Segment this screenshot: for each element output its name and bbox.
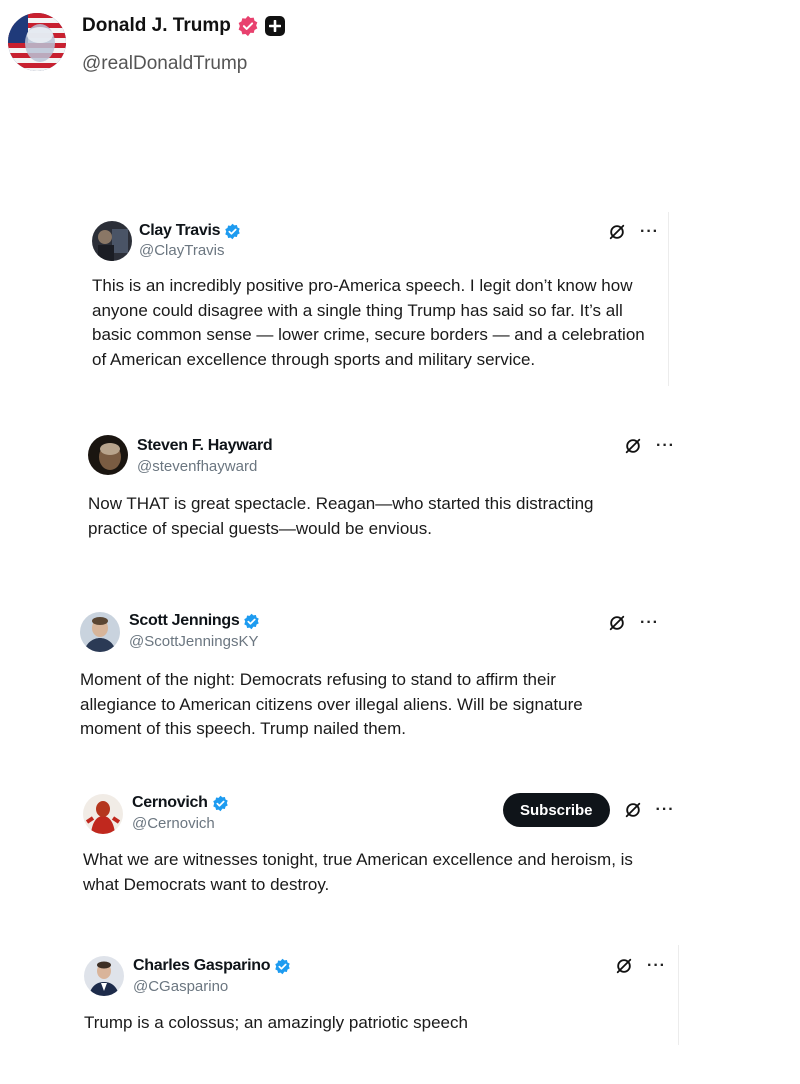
display-name[interactable]: Cernovich [132,794,208,812]
display-name[interactable]: Clay Travis [139,222,221,240]
name-row: Steven F. Hayward [137,437,273,455]
tweet-actions: Subscribe ··· [503,793,675,827]
verified-badge-icon [237,15,259,37]
display-name[interactable]: Charles Gasparino [133,957,270,975]
name-row: Charles Gasparino [133,957,291,975]
handle[interactable]: @ScottJenningsKY [129,633,258,650]
handle[interactable]: @CGasparino [133,978,228,995]
grok-icon[interactable] [608,614,626,632]
grok-icon[interactable] [624,437,642,455]
subscribe-button[interactable]: Subscribe [503,793,610,827]
handle[interactable]: @stevenfhayward [137,458,257,475]
tweet-text-line: allegiance to American citizens over ill… [80,694,583,714]
post-header: Donald J. Trump @realDonaldTrump [0,0,800,90]
embedded-tweet: Charles Gasparino @CGasparino ··· Trump … [74,942,678,1042]
name-row: Scott Jennings [129,612,260,630]
embedded-tweet: Clay Travis @ClayTravis ··· This is an i… [82,208,668,386]
tweet-text-line: Now THAT is great spectacle. Reagan—who … [88,494,594,513]
handle[interactable]: @Cernovich [132,815,215,832]
tweet-text-line: Trump is a colossus; an amazingly patrio… [84,1013,468,1032]
tweet-actions: ··· [608,223,659,241]
tweet-text-line: anyone could disagree with a single thin… [92,300,623,320]
embedded-tweet: Cernovich @Cernovich Subscribe ··· What … [74,780,674,900]
more-icon[interactable]: ··· [647,958,666,974]
tweet-text-line: practice of special guests—would be envi… [88,518,432,538]
grok-icon[interactable] [608,223,626,241]
tweet-text-line: of American excellence through sports an… [92,349,536,369]
embedded-tweet: Scott Jennings @ScottJenningsKY ··· Mome… [72,600,672,750]
tweet-text-line: This is an incredibly positive pro-Ameri… [92,276,633,295]
name-row: Cernovich [132,794,229,812]
tweet-text-line: what Democrats want to destroy. [83,874,330,894]
tweet-actions: ··· [615,957,666,975]
author-avatar[interactable] [8,13,66,71]
tweet-text: What we are witnesses tonight, true Amer… [83,848,673,897]
grok-icon[interactable] [624,801,642,819]
more-icon[interactable]: ··· [640,224,659,240]
avatar[interactable] [80,612,120,652]
author-name[interactable]: Donald J. Trump [82,15,231,37]
plus-badge-icon [264,16,285,36]
embedded-tweet: Steven F. Hayward @stevenfhayward ··· No… [78,425,678,550]
divider [668,212,669,386]
divider [678,945,679,1045]
tweet-text: Moment of the night: Democrats refusing … [80,668,670,742]
name-row: Clay Travis [139,222,241,240]
display-name[interactable]: Steven F. Hayward [137,437,273,455]
avatar[interactable] [84,956,124,996]
more-icon[interactable]: ··· [656,802,675,818]
grok-icon[interactable] [615,957,633,975]
author-name-row: Donald J. Trump [82,14,285,38]
tweet-text-line: moment of this speech. Trump nailed them… [80,719,406,738]
author-handle[interactable]: @realDonaldTrump [82,53,247,75]
verified-check-icon [275,958,290,974]
verified-check-icon [212,795,228,811]
more-icon[interactable]: ··· [640,615,659,631]
tweet-text-line: basic common sense — lower crime, secure… [92,325,645,344]
avatar[interactable] [88,435,128,475]
tweet-actions: ··· [624,437,675,455]
verified-check-icon [244,613,260,629]
tweet-actions: ··· [608,614,659,632]
avatar[interactable] [92,221,132,261]
handle[interactable]: @ClayTravis [139,242,225,259]
tweet-text: Trump is a colossus; an amazingly patrio… [84,1011,674,1036]
tweet-text-line: Moment of the night: Democrats refusing … [80,670,556,689]
tweet-text-line: What we are witnesses tonight, true Amer… [83,850,633,869]
avatar[interactable] [83,794,123,834]
tweet-text: This is an incredibly positive pro-Ameri… [92,274,666,372]
verified-check-icon [225,223,240,239]
tweet-text: Now THAT is great spectacle. Reagan—who … [88,492,678,541]
more-icon[interactable]: ··· [656,438,675,454]
display-name[interactable]: Scott Jennings [129,612,240,630]
